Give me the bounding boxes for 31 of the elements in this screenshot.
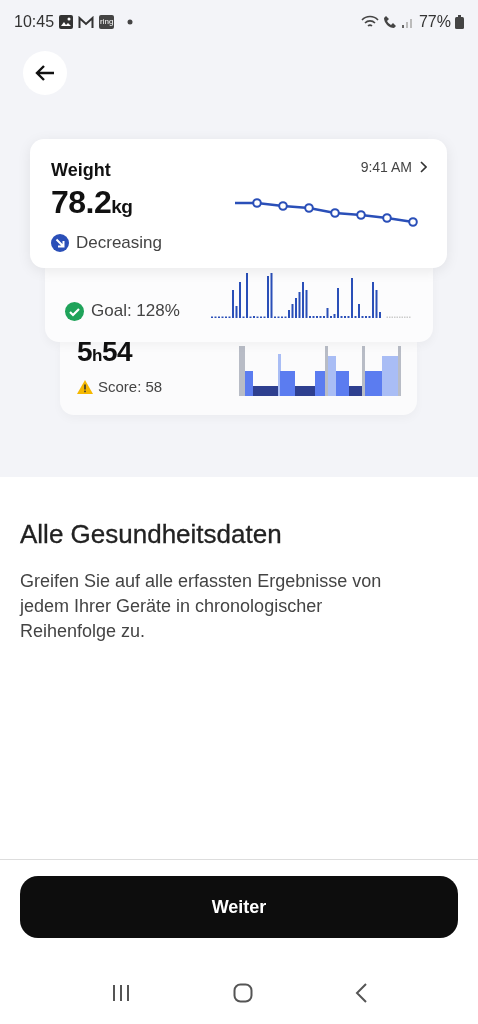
signal-icon: [400, 16, 415, 28]
card-title: Weight: [51, 159, 112, 181]
home-icon[interactable]: [233, 983, 253, 1003]
phone-icon: [382, 15, 397, 29]
section-description: Greifen Sie auf alle erfassten Ergebnisse von jedem Ihrer Geräte in chronologischer Reihenfolge zu.: [20, 570, 383, 643]
back-icon[interactable]: [355, 983, 367, 1003]
sleep-card[interactable]: 5h54 Score: 58: [60, 342, 417, 415]
chevron-right-icon: [420, 161, 427, 173]
trend-label: Decreasing: [76, 232, 162, 254]
back-button[interactable]: [23, 51, 67, 95]
check-circle-icon: [65, 301, 84, 321]
trend-down-icon: [51, 234, 69, 252]
continue-button[interactable]: Weiter: [20, 876, 458, 938]
weight-card[interactable]: Weight 78.2kg Decreasing 9:41 AM: [30, 139, 447, 268]
weight-value: 78.2kg: [51, 183, 134, 222]
steps-card[interactable]: Goal: 128%: [45, 268, 433, 342]
section-heading: Alle Gesundheitsdaten: [20, 518, 283, 551]
measure-time: 9:41 AM: [360, 159, 412, 175]
mail-icon: [78, 15, 95, 29]
goal-label: Goal: 128%: [91, 300, 180, 322]
dot-icon: [127, 19, 134, 25]
sleep-score: Score: 58: [98, 377, 163, 397]
clock: 10:45: [14, 13, 55, 31]
battery-level: 77%: [418, 13, 451, 31]
wifi-icon: [360, 15, 379, 29]
recent-apps-icon[interactable]: [111, 984, 131, 1002]
back-arrow-icon: [35, 64, 55, 82]
battery-icon: [455, 15, 464, 29]
notification-icon: ring: [99, 15, 115, 29]
warning-icon: [77, 380, 93, 394]
image-icon: [59, 15, 74, 29]
